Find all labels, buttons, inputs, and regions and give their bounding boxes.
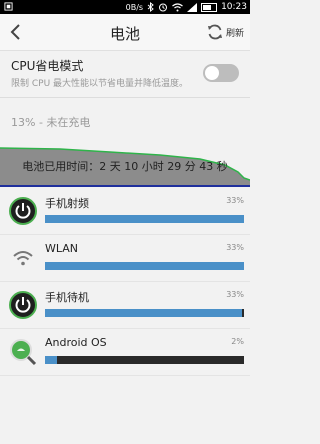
usage-bar-fill [45, 309, 242, 317]
title-bar: 电池 刷新 [0, 14, 250, 51]
power-saving-description: 限制 CPU 最大性能以节省电量并降低温度。 [11, 79, 189, 89]
usage-item-android-os[interactable]: Android OS 2% [0, 329, 250, 376]
green-power-icon [9, 291, 37, 319]
battery-graph: 电池已用时间：2 天 10 小时 29 分 43 秒 [0, 134, 251, 186]
refresh-button[interactable]: 刷新 [206, 22, 244, 42]
battery-status: 13% - 未在充电 [11, 116, 91, 129]
usb-icon [4, 2, 13, 11]
refresh-icon [207, 24, 222, 40]
usage-item-percent: 33% [226, 243, 244, 252]
usage-bar [45, 356, 244, 364]
signal-icon [187, 2, 198, 12]
usage-bar [45, 215, 244, 223]
bluetooth-icon [147, 2, 154, 12]
usage-bar-fill [45, 356, 57, 364]
android-magnifier-icon [10, 339, 37, 366]
usage-item-name: WLAN [45, 242, 79, 255]
refresh-label: 刷新 [225, 28, 244, 39]
usage-item-standby[interactable]: 手机待机 33% [0, 282, 250, 329]
usage-bar-fill [45, 215, 244, 223]
usage-bar-fill [45, 262, 244, 270]
status-icons: 0B/s 10:23 [126, 1, 247, 13]
usage-item-name: 手机射频 [45, 197, 89, 210]
wifi-status-icon [172, 2, 183, 11]
green-power-icon [9, 197, 37, 225]
toggle-knob [205, 66, 219, 80]
usage-item-percent: 33% [226, 290, 244, 299]
wifi-icon [13, 251, 33, 266]
usage-item-percent: 33% [226, 196, 244, 205]
network-speed: 0B/s [125, 2, 144, 12]
clock: 10:23 [221, 2, 247, 12]
battery-status-icon [201, 2, 218, 12]
battery-usage-list: 手机射频 33% WLAN 33% 手机待机 33% Android OS 2% [0, 188, 250, 376]
power-saving-toggle[interactable] [203, 64, 239, 82]
usage-item-percent: 2% [231, 337, 244, 346]
usage-bar [45, 262, 244, 270]
usage-item-cell-radio[interactable]: 手机射频 33% [0, 188, 250, 235]
status-bar: 0B/s 10:23 [0, 0, 250, 14]
cpu-power-saving-row: CPU省电模式 限制 CPU 最大性能以节省电量并降低温度。 [0, 51, 250, 98]
usage-item-name: Android OS [45, 336, 107, 349]
usage-item-wlan[interactable]: WLAN 33% [0, 235, 250, 282]
divider [0, 185, 250, 187]
battery-usage-time: 电池已用时间：2 天 10 小时 29 分 43 秒 [22, 160, 228, 173]
usage-bar [45, 309, 244, 317]
usage-item-name: 手机待机 [45, 291, 89, 304]
power-saving-title: CPU省电模式 [11, 59, 84, 73]
alarm-icon [159, 3, 168, 12]
